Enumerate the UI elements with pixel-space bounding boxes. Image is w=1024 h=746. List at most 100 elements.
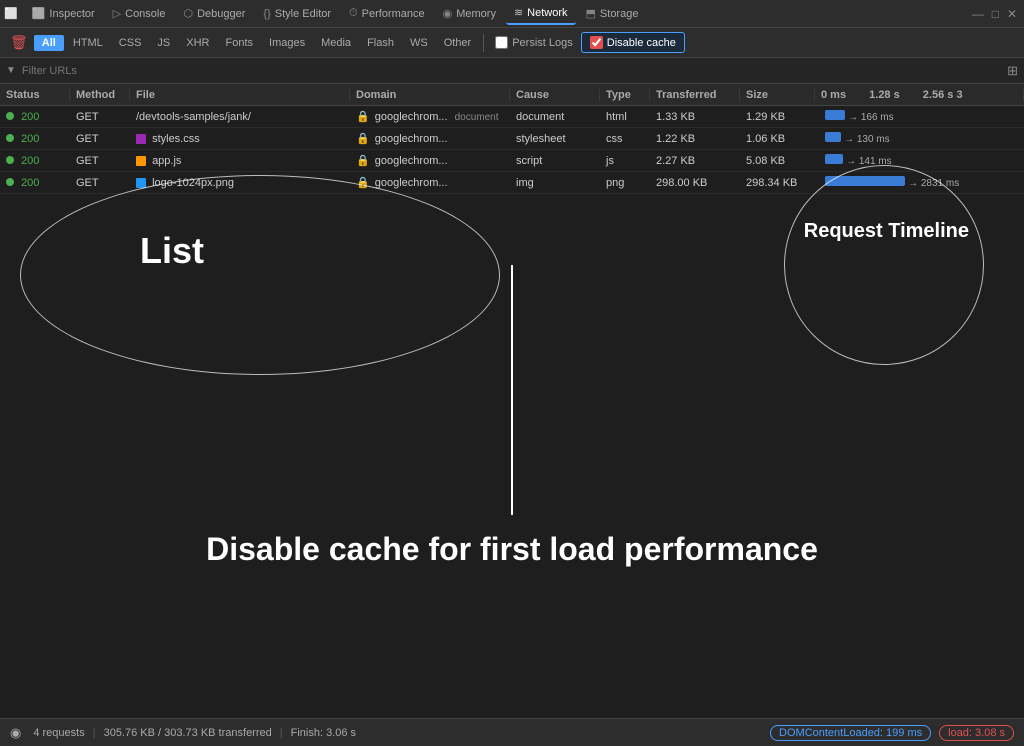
list-label: List: [140, 230, 204, 272]
tab-memory[interactable]: ◉ Memory: [435, 3, 504, 24]
tab-network[interactable]: ≋ Network: [506, 2, 576, 25]
vertical-line: [511, 265, 513, 515]
cell-cause: stylesheet: [510, 133, 600, 145]
cell-domain: 🔒 googlechrom...: [350, 176, 510, 189]
close-btn[interactable]: ✕: [1007, 7, 1017, 21]
cell-status: 200: [0, 155, 70, 167]
tab-storage[interactable]: ⬒ Storage: [578, 3, 647, 24]
table-body: 200 GET /devtools-samples/jank/ 🔒 google…: [0, 106, 1024, 194]
lock-icon: 🔒: [356, 177, 370, 189]
storage-icon: ⬒: [586, 7, 596, 20]
filter-all-button[interactable]: All: [34, 35, 64, 51]
filter-urls-input[interactable]: [22, 65, 1001, 77]
tab-debugger[interactable]: ⬡ Debugger: [175, 3, 253, 24]
col-type: Type: [600, 89, 650, 101]
table-row[interactable]: 200 GET logo-1024px.png 🔒 googlechrom...…: [0, 172, 1024, 194]
col-timeline: 0 ms 1.28 s 2.56 s 3: [815, 89, 1024, 101]
cell-status: 200: [0, 111, 70, 123]
col-domain: Domain: [350, 89, 510, 101]
cell-timeline: → 2831 ms: [815, 176, 1024, 189]
status-dot: [6, 178, 14, 186]
cell-type: png: [600, 177, 650, 189]
cell-transferred: 2.27 KB: [650, 155, 740, 167]
divider-1: [483, 34, 484, 52]
annotation-area: List Request Timeline Disable cache for …: [0, 165, 1024, 718]
table-row[interactable]: 200 GET /devtools-samples/jank/ 🔒 google…: [0, 106, 1024, 128]
disable-cache-checkbox[interactable]: Disable cache: [581, 32, 685, 53]
persist-logs-checkbox[interactable]: Persist Logs: [489, 34, 579, 51]
timeline-circle: [784, 165, 984, 365]
tab-performance[interactable]: ⏱ Performance: [341, 3, 433, 24]
disable-cache-input[interactable]: [590, 36, 603, 49]
filter-xhr-button[interactable]: XHR: [179, 34, 216, 52]
layout-toggle-button[interactable]: ⊞: [1007, 63, 1018, 79]
cell-domain: 🔒 googlechrom...: [350, 154, 510, 167]
filter-js-button[interactable]: JS: [150, 34, 177, 52]
status-dot: [6, 156, 14, 164]
col-method: Method: [70, 89, 130, 101]
table-row[interactable]: 200 GET styles.css 🔒 googlechrom... styl…: [0, 128, 1024, 150]
timeline-label: Request Timeline: [804, 220, 969, 243]
tab-inspector[interactable]: ⬜ Inspector: [24, 3, 103, 24]
tab-style-editor[interactable]: {} Style Editor: [255, 4, 339, 24]
lock-icon: 🔒: [356, 133, 370, 145]
filter-css-button[interactable]: CSS: [112, 34, 149, 52]
cell-size: 1.29 KB: [740, 111, 815, 123]
main-annotation-text: Disable cache for first load performance: [0, 531, 1024, 568]
dom-content-loaded-badge: DOMContentLoaded: 199 ms: [770, 725, 931, 741]
timeline-bar: [825, 110, 845, 120]
filter-fonts-button[interactable]: Fonts: [219, 34, 261, 52]
cell-cause: img: [510, 177, 600, 189]
cell-method: GET: [70, 155, 130, 167]
filter-icon: ▼: [6, 65, 16, 76]
file-type-icon: [136, 156, 146, 166]
cell-transferred: 1.22 KB: [650, 133, 740, 145]
table-row[interactable]: 200 GET app.js 🔒 googlechrom... script j…: [0, 150, 1024, 172]
finish-time: Finish: 3.06 s: [291, 727, 356, 739]
devtools-tabs: ⬜ ⬜ Inspector ▷ Console ⬡ Debugger {} St…: [0, 0, 1024, 28]
status-icon: ◉: [10, 725, 21, 741]
maximize-btn[interactable]: □: [992, 7, 999, 21]
col-status: Status: [0, 89, 70, 101]
filter-images-button[interactable]: Images: [262, 34, 312, 52]
timeline-bar: [825, 176, 905, 186]
cell-file: app.js: [130, 155, 350, 167]
network-icon: ≋: [514, 6, 523, 19]
persist-logs-input[interactable]: [495, 36, 508, 49]
cell-status: 200: [0, 133, 70, 145]
debugger-icon: ⬡: [183, 7, 193, 20]
cell-domain: 🔒 googlechrom...: [350, 132, 510, 145]
style-editor-icon: {}: [263, 8, 270, 20]
request-count: 4 requests: [33, 727, 84, 739]
list-circle: [20, 175, 500, 375]
cell-cause: script: [510, 155, 600, 167]
status-dot: [6, 112, 14, 120]
file-type-icon: [136, 134, 146, 144]
cell-timeline: → 166 ms: [815, 110, 1024, 123]
filter-html-button[interactable]: HTML: [66, 34, 110, 52]
minimize-btn[interactable]: —: [972, 7, 984, 21]
cell-timeline: → 130 ms: [815, 132, 1024, 145]
cell-status: 200: [0, 177, 70, 189]
cell-timeline: → 141 ms: [815, 154, 1024, 167]
inspector-icon: ⬜: [32, 7, 46, 20]
cell-file: /devtools-samples/jank/: [130, 111, 350, 123]
cell-domain: 🔒 googlechrom... document: [350, 110, 510, 123]
cell-size: 1.06 KB: [740, 133, 815, 145]
cell-method: GET: [70, 177, 130, 189]
filter-ws-button[interactable]: WS: [403, 34, 435, 52]
filter-bar: ▼ ⊞: [0, 58, 1024, 84]
cell-file: styles.css: [130, 133, 350, 145]
filter-media-button[interactable]: Media: [314, 34, 358, 52]
filter-flash-button[interactable]: Flash: [360, 34, 401, 52]
cell-size: 5.08 KB: [740, 155, 815, 167]
clear-button[interactable]: 🗑: [6, 32, 32, 53]
filter-other-button[interactable]: Other: [437, 34, 479, 52]
tab-console[interactable]: ▷ Console: [105, 3, 174, 24]
cell-type: css: [600, 133, 650, 145]
lock-icon: 🔒: [356, 111, 370, 123]
cell-transferred: 298.00 KB: [650, 177, 740, 189]
cell-transferred: 1.33 KB: [650, 111, 740, 123]
status-bar: ◉ 4 requests | 305.76 KB / 303.73 KB tra…: [0, 718, 1024, 746]
window-icon: ⬜: [4, 7, 18, 20]
